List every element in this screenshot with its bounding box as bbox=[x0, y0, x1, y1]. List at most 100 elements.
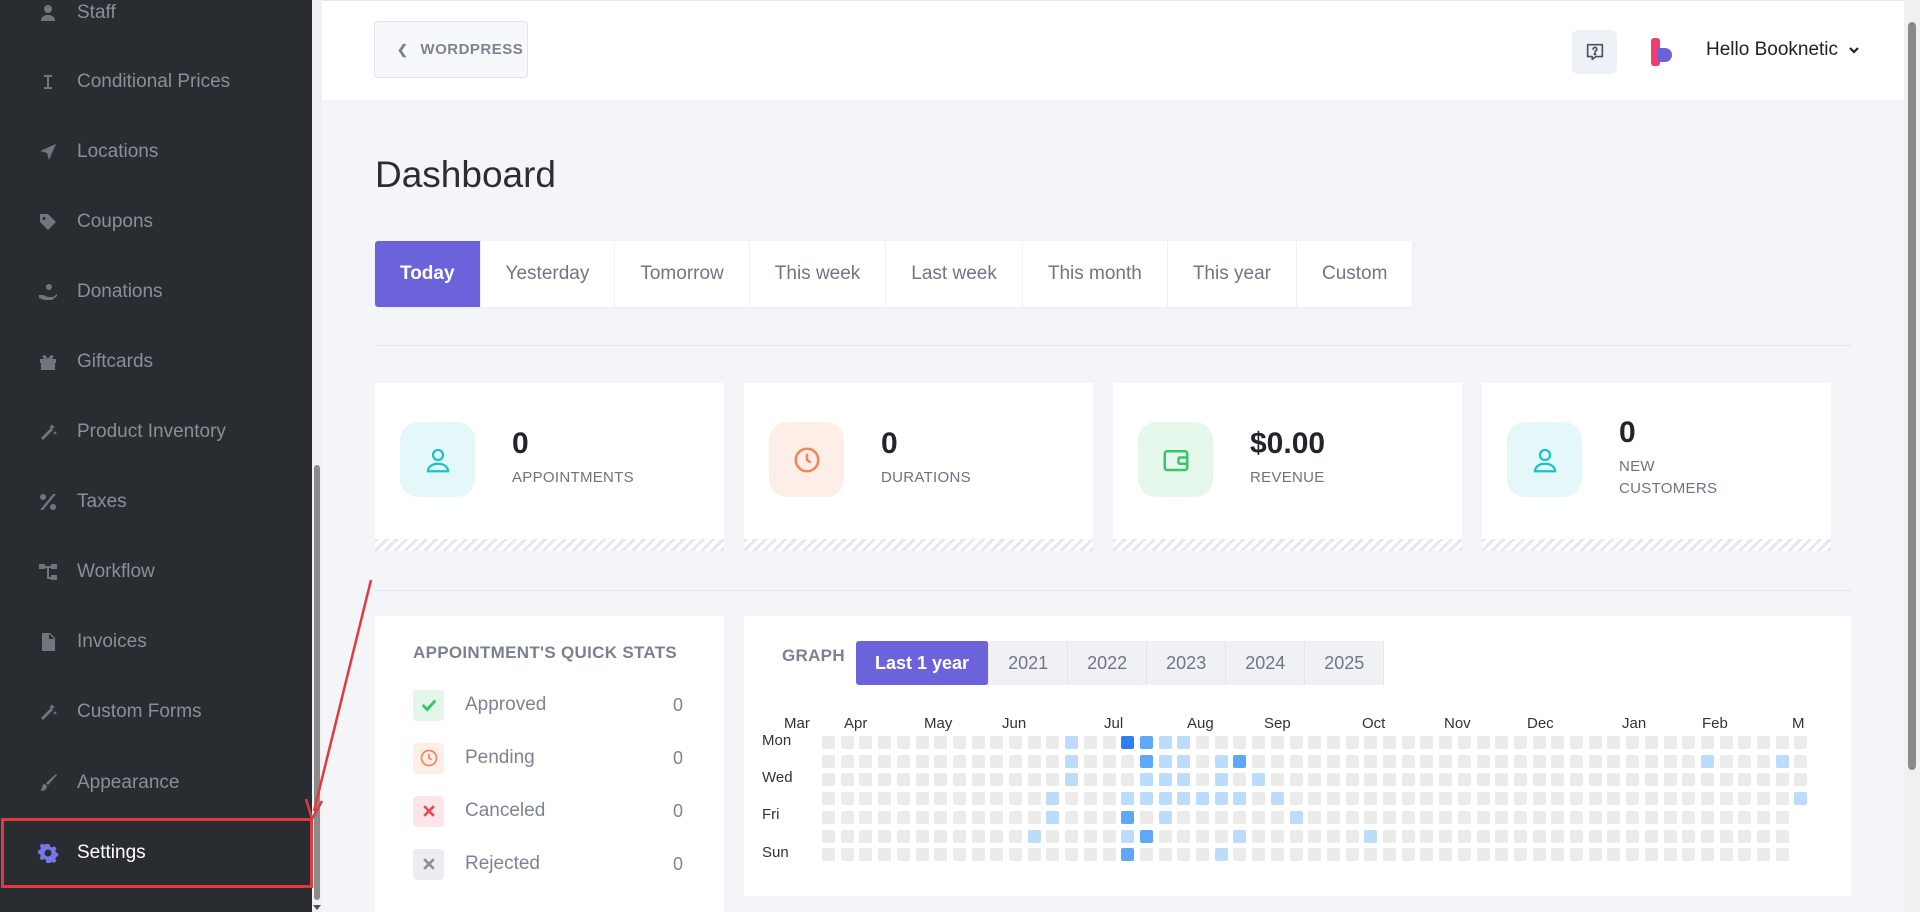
heatmap-cell[interactable] bbox=[952, 829, 966, 843]
heatmap-cell[interactable] bbox=[1158, 810, 1172, 824]
heatmap-cell[interactable] bbox=[1644, 773, 1658, 787]
heatmap-cell[interactable] bbox=[1570, 829, 1583, 843]
heatmap-cell[interactable] bbox=[1326, 810, 1340, 824]
sidebar-item-appearance[interactable]: Appearance bbox=[0, 748, 312, 818]
heatmap-cell[interactable] bbox=[1308, 848, 1322, 862]
heatmap-cell[interactable] bbox=[1626, 848, 1640, 862]
heatmap-cell[interactable] bbox=[1139, 829, 1153, 843]
heatmap-cell[interactable] bbox=[1083, 848, 1097, 862]
heatmap-cell[interactable] bbox=[1177, 810, 1191, 824]
heatmap-cell[interactable] bbox=[1719, 792, 1733, 806]
heatmap-cell[interactable] bbox=[1757, 754, 1770, 768]
heatmap-cell[interactable] bbox=[822, 792, 835, 806]
heatmap-cell[interactable] bbox=[1345, 810, 1359, 824]
sidebar-item-product-inventory[interactable]: Product Inventory bbox=[0, 397, 312, 467]
heatmap-cell[interactable] bbox=[1513, 736, 1527, 749]
tab-this-year[interactable]: This year bbox=[1168, 241, 1297, 307]
heatmap-cell[interactable] bbox=[1495, 810, 1509, 824]
heatmap-cell[interactable] bbox=[1102, 773, 1116, 787]
heatmap-cell[interactable] bbox=[1738, 792, 1752, 806]
heatmap-cell[interactable] bbox=[1046, 773, 1060, 787]
heatmap-cell[interactable] bbox=[1551, 773, 1565, 787]
graph-tab-2022[interactable]: 2022 bbox=[1068, 641, 1148, 685]
heatmap-cell[interactable] bbox=[1420, 848, 1434, 862]
heatmap-cell[interactable] bbox=[1738, 736, 1752, 749]
heatmap-cell[interactable] bbox=[1439, 810, 1453, 824]
heatmap-cell[interactable] bbox=[1420, 773, 1434, 787]
heatmap-cell[interactable] bbox=[1439, 792, 1453, 806]
heatmap-cell[interactable] bbox=[1270, 848, 1284, 862]
heatmap-cell[interactable] bbox=[1345, 792, 1359, 806]
heatmap-cell[interactable] bbox=[1551, 736, 1565, 749]
sidebar-scrollbar-thumb[interactable] bbox=[314, 465, 320, 900]
heatmap-cell[interactable] bbox=[896, 773, 910, 787]
heatmap-cell[interactable] bbox=[1626, 773, 1640, 787]
heatmap-cell[interactable] bbox=[990, 848, 1004, 862]
heatmap-cell[interactable] bbox=[1139, 754, 1153, 768]
heatmap-cell[interactable] bbox=[1065, 810, 1079, 824]
heatmap-cell[interactable] bbox=[915, 754, 929, 768]
heatmap-cell[interactable] bbox=[1364, 792, 1378, 806]
heatmap-cell[interactable] bbox=[1177, 773, 1191, 787]
heatmap-cell[interactable] bbox=[1364, 773, 1378, 787]
main-scrollbar-thumb[interactable] bbox=[1908, 22, 1916, 770]
heatmap-cell[interactable] bbox=[1794, 792, 1808, 806]
heatmap-cell[interactable] bbox=[1682, 810, 1696, 824]
heatmap-cell[interactable] bbox=[1308, 773, 1322, 787]
heatmap-cell[interactable] bbox=[1046, 829, 1060, 843]
heatmap-cell[interactable] bbox=[1719, 810, 1733, 824]
heatmap-cell[interactable] bbox=[971, 773, 985, 787]
heatmap-cell[interactable] bbox=[990, 810, 1004, 824]
heatmap-cell[interactable] bbox=[1139, 792, 1153, 806]
heatmap-cell[interactable] bbox=[1700, 792, 1714, 806]
heatmap-cell[interactable] bbox=[822, 736, 835, 749]
heatmap-cell[interactable] bbox=[840, 736, 854, 749]
heatmap-cell[interactable] bbox=[1252, 754, 1266, 768]
heatmap-cell[interactable] bbox=[1476, 736, 1490, 749]
heatmap-cell[interactable] bbox=[1439, 848, 1453, 862]
sidebar-item-invoices[interactable]: Invoices bbox=[0, 607, 312, 677]
heatmap-cell[interactable] bbox=[1570, 810, 1583, 824]
heatmap-cell[interactable] bbox=[1027, 754, 1041, 768]
heatmap-cell[interactable] bbox=[1383, 736, 1396, 749]
heatmap-cell[interactable] bbox=[1196, 754, 1209, 768]
heatmap-cell[interactable] bbox=[1364, 829, 1378, 843]
heatmap-cell[interactable] bbox=[840, 810, 854, 824]
heatmap-cell[interactable] bbox=[859, 829, 873, 843]
heatmap-cell[interactable] bbox=[1457, 810, 1471, 824]
heatmap-cell[interactable] bbox=[971, 792, 985, 806]
heatmap-cell[interactable] bbox=[1027, 829, 1041, 843]
heatmap-cell[interactable] bbox=[1513, 810, 1527, 824]
heatmap-cell[interactable] bbox=[822, 773, 835, 787]
heatmap-cell[interactable] bbox=[1308, 754, 1322, 768]
heatmap-cell[interactable] bbox=[1009, 773, 1022, 787]
heatmap-cell[interactable] bbox=[1102, 810, 1116, 824]
heatmap-cell[interactable] bbox=[1607, 754, 1621, 768]
heatmap-cell[interactable] bbox=[896, 792, 910, 806]
heatmap-cell[interactable] bbox=[1252, 773, 1266, 787]
heatmap-cell[interactable] bbox=[1233, 792, 1247, 806]
heatmap-cell[interactable] bbox=[1196, 829, 1209, 843]
heatmap-cell[interactable] bbox=[1252, 810, 1266, 824]
sidebar-item-conditional-prices[interactable]: Conditional Prices bbox=[0, 47, 312, 117]
heatmap-cell[interactable] bbox=[1121, 736, 1135, 749]
heatmap-cell[interactable] bbox=[1663, 792, 1677, 806]
heatmap-cell[interactable] bbox=[859, 848, 873, 862]
heatmap-cell[interactable] bbox=[1570, 848, 1583, 862]
heatmap-cell[interactable] bbox=[1738, 810, 1752, 824]
heatmap-cell[interactable] bbox=[1214, 829, 1228, 843]
heatmap-cell[interactable] bbox=[934, 773, 948, 787]
heatmap-cell[interactable] bbox=[1214, 754, 1228, 768]
heatmap-cell[interactable] bbox=[1794, 736, 1808, 749]
heatmap-cell[interactable] bbox=[878, 754, 892, 768]
heatmap-cell[interactable] bbox=[952, 792, 966, 806]
heatmap-cell[interactable] bbox=[1775, 792, 1789, 806]
heatmap-cell[interactable] bbox=[1607, 810, 1621, 824]
heatmap-cell[interactable] bbox=[1457, 792, 1471, 806]
heatmap-cell[interactable] bbox=[1420, 792, 1434, 806]
heatmap-cell[interactable] bbox=[1663, 848, 1677, 862]
heatmap-cell[interactable] bbox=[990, 754, 1004, 768]
heatmap-cell[interactable] bbox=[990, 773, 1004, 787]
heatmap-cell[interactable] bbox=[1102, 848, 1116, 862]
heatmap-cell[interactable] bbox=[1757, 773, 1770, 787]
